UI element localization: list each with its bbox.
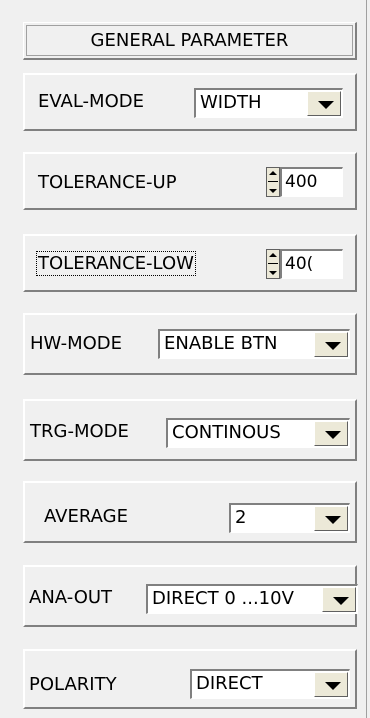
tolerance-low-input[interactable]: 40( [280,249,343,279]
tolerance-up-spinner[interactable] [266,167,280,197]
tolerance-up-label: TOLERANCE-UP [38,172,177,193]
tolerance-up-group: TOLERANCE-UP 400 [23,152,357,210]
spin-down-icon[interactable] [269,271,277,275]
trg-mode-group: TRG-MODE CONTINOUS [23,399,357,461]
hw-mode-dropdown[interactable]: ENABLE BTN [158,329,350,359]
trg-mode-label: TRG-MODE [30,421,129,442]
polarity-group: POLARITY DIRECT [23,649,357,709]
panel-title-box: GENERAL PARAMETER [23,22,357,60]
average-group: AVERAGE 2 [23,481,357,543]
polarity-value: DIRECT [196,673,263,694]
general-parameter-panel: GENERAL PARAMETER EVAL-MODE WIDTH TOLERA… [0,0,370,718]
eval-mode-group: EVAL-MODE WIDTH [23,73,357,131]
spin-up-icon[interactable] [269,171,277,175]
chevron-down-icon [318,101,334,109]
eval-mode-dropdown-button[interactable] [307,91,341,116]
tolerance-up-input[interactable]: 400 [280,167,343,197]
hw-mode-label: HW-MODE [30,333,123,354]
hw-mode-dropdown-button[interactable] [314,332,348,357]
eval-mode-label: EVAL-MODE [38,91,144,112]
trg-mode-dropdown[interactable]: CONTINOUS [166,418,350,448]
eval-mode-dropdown[interactable]: WIDTH [194,88,343,118]
ana-out-label: ANA-OUT [29,587,113,608]
tolerance-low-value: 40( [285,254,314,274]
chevron-down-icon [325,342,341,350]
tolerance-low-label: TOLERANCE-LOW [36,251,196,276]
polarity-dropdown[interactable]: DIRECT [190,669,350,699]
hw-mode-group: HW-MODE ENABLE BTN [23,313,357,375]
trg-mode-value: CONTINOUS [172,422,281,443]
trg-mode-dropdown-button[interactable] [314,421,348,446]
eval-mode-value: WIDTH [200,92,262,113]
ana-out-group: ANA-OUT DIRECT 0 ...10V [23,565,358,627]
spin-down-icon[interactable] [269,189,277,193]
ana-out-dropdown[interactable]: DIRECT 0 ...10V [146,584,358,614]
average-value: 2 [235,507,247,528]
spinner-divider [268,181,278,182]
average-dropdown-button[interactable] [314,506,348,531]
spinner-divider [268,263,278,264]
tolerance-low-spinner[interactable] [266,249,280,279]
ana-out-dropdown-button[interactable] [322,587,356,612]
chevron-down-icon [333,597,349,605]
chevron-down-icon [325,431,341,439]
hw-mode-value: ENABLE BTN [164,333,278,354]
spin-up-icon[interactable] [269,253,277,257]
tolerance-up-value: 400 [285,172,318,192]
panel-right-border [366,0,367,718]
chevron-down-icon [325,516,341,524]
panel-title: GENERAL PARAMETER [26,25,353,56]
chevron-down-icon [325,682,341,690]
average-label: AVERAGE [44,506,128,527]
polarity-label: POLARITY [29,674,117,695]
ana-out-value: DIRECT 0 ...10V [152,588,294,609]
average-dropdown[interactable]: 2 [229,503,350,533]
polarity-dropdown-button[interactable] [314,672,348,697]
tolerance-low-group: TOLERANCE-LOW 40( [23,234,357,292]
